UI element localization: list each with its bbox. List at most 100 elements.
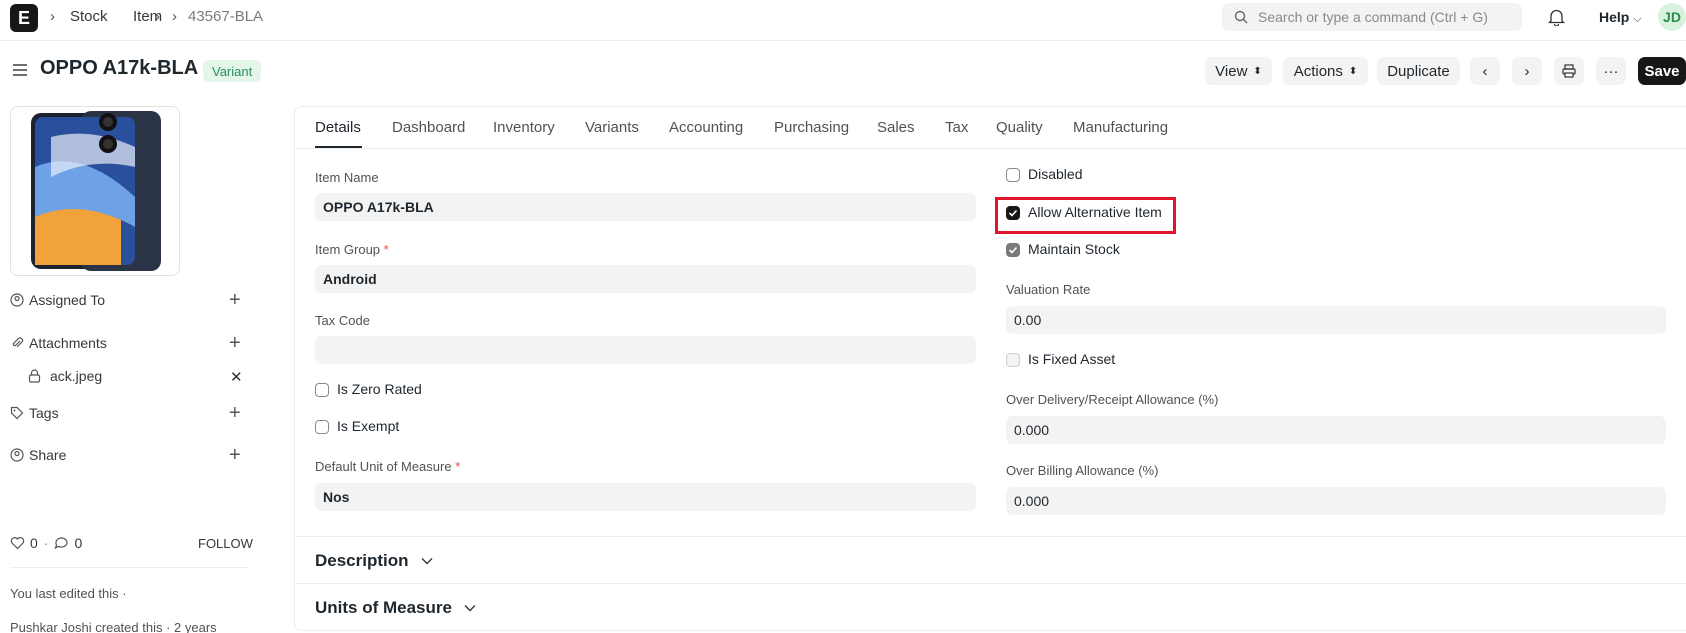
is-exempt-label: Is Exempt (337, 418, 400, 434)
chevron-down-icon (464, 605, 476, 612)
maintain-stock-checkbox[interactable] (1006, 243, 1020, 257)
chevron-down-icon (421, 558, 433, 565)
phone-image (31, 111, 161, 271)
attachment-file[interactable]: ack.jpeg (28, 368, 102, 384)
ellipsis-icon: ··· (1603, 62, 1619, 80)
help-dropdown[interactable]: Help ⌵ (1599, 9, 1642, 26)
tab-details[interactable]: Details (315, 119, 361, 136)
form-container (294, 106, 1686, 631)
duplicate-button[interactable]: Duplicate (1377, 57, 1460, 85)
next-button[interactable]: › (1512, 57, 1542, 85)
valuation-rate-field[interactable]: 0.00 (1006, 306, 1666, 334)
tab-quality[interactable]: Quality (996, 119, 1043, 136)
maintain-stock-label: Maintain Stock (1028, 241, 1120, 257)
save-button[interactable]: Save (1638, 57, 1686, 85)
sidebar-assigned-to[interactable]: Assigned To (10, 292, 105, 308)
hamburger-menu-icon[interactable] (12, 62, 28, 78)
is-fixed-asset-label: Is Fixed Asset (1028, 351, 1116, 367)
comment-count: 0 (74, 535, 83, 551)
help-label: Help (1599, 9, 1630, 25)
follow-button[interactable]: FOLLOW (198, 536, 253, 551)
required-mark: * (383, 242, 389, 257)
tax-code-field[interactable] (315, 336, 976, 364)
tag-icon (10, 406, 24, 420)
view-button[interactable]: View ⬍ (1205, 57, 1272, 85)
sidebar-share[interactable]: Share (10, 447, 66, 463)
remove-attachment-icon[interactable]: ✕ (230, 368, 243, 386)
app-logo[interactable]: E (10, 4, 38, 32)
assigned-to-label: Assigned To (29, 292, 106, 308)
chevron-right-icon: › (172, 8, 177, 25)
share-user-icon (10, 448, 24, 462)
item-name-field[interactable]: OPPO A17k-BLA (315, 193, 976, 221)
previous-button[interactable]: ‹ (1470, 57, 1500, 85)
tab-manufacturing[interactable]: Manufacturing (1073, 119, 1168, 136)
share-label: Share (29, 447, 67, 463)
like-count: 0 (30, 535, 38, 551)
item-image[interactable] (10, 106, 180, 276)
active-tab-indicator (315, 146, 362, 148)
tab-purchasing[interactable]: Purchasing (774, 119, 849, 136)
more-button[interactable]: ··· (1596, 57, 1626, 85)
item-group-field[interactable]: Android (315, 265, 976, 293)
over-delivery-label: Over Delivery/Receipt Allowance (%) (1006, 392, 1219, 407)
view-label: View (1215, 62, 1248, 80)
attachments-label: Attachments (29, 335, 107, 351)
uom-section-toggle[interactable]: Units of Measure (315, 598, 476, 618)
search-input[interactable]: Search or type a command (Ctrl + G) (1222, 3, 1522, 31)
like-counter[interactable]: 0 · 0 (10, 535, 82, 551)
bell-icon[interactable] (1548, 8, 1565, 26)
form-tabs: Details Dashboard Inventory Variants Acc… (294, 106, 1686, 149)
breadcrumb-item[interactable]: Item (133, 8, 162, 25)
search-icon (1234, 10, 1248, 24)
chevron-right-icon: › (50, 8, 55, 25)
item-name-label: Item Name (315, 170, 379, 185)
comment-icon (54, 537, 69, 550)
sidebar-tags[interactable]: Tags (10, 405, 59, 421)
tab-variants[interactable]: Variants (585, 119, 639, 136)
sidebar-attachments[interactable]: Attachments (10, 335, 107, 351)
print-button[interactable] (1554, 57, 1584, 85)
is-exempt-checkbox[interactable] (315, 420, 329, 434)
search-placeholder: Search or type a command (Ctrl + G) (1258, 9, 1488, 25)
item-group-label: Item Group * (315, 242, 389, 257)
disabled-checkbox[interactable] (1006, 168, 1020, 182)
is-fixed-asset-checkbox[interactable] (1006, 353, 1020, 367)
add-tag-button[interactable]: + (229, 403, 241, 423)
printer-icon (1562, 64, 1576, 78)
is-zero-rated-label: Is Zero Rated (337, 381, 422, 397)
section-divider (295, 536, 1686, 537)
user-icon (10, 293, 24, 307)
attachment-filename: ack.jpeg (50, 368, 103, 384)
tags-label: Tags (29, 405, 59, 421)
actions-button[interactable]: Actions ⬍ (1283, 57, 1368, 85)
uom-section-title: Units of Measure (315, 598, 452, 617)
description-section-toggle[interactable]: Description (315, 551, 433, 571)
over-billing-field[interactable]: 0.000 (1006, 487, 1666, 515)
add-assignee-button[interactable]: + (229, 290, 241, 310)
tab-accounting[interactable]: Accounting (669, 119, 743, 136)
add-share-button[interactable]: + (229, 445, 241, 465)
tab-dashboard[interactable]: Dashboard (392, 119, 465, 136)
page-title: OPPO A17k-BLA (40, 57, 199, 79)
is-zero-rated-checkbox[interactable] (315, 383, 329, 397)
separator-dot: · (43, 535, 49, 551)
chevron-right-icon: › (1524, 62, 1530, 80)
valuation-rate-label: Valuation Rate (1006, 282, 1091, 297)
avatar[interactable]: JD (1658, 3, 1686, 31)
tab-inventory[interactable]: Inventory (493, 119, 555, 136)
over-delivery-field[interactable]: 0.000 (1006, 416, 1666, 444)
breadcrumb-stock[interactable]: Stock (70, 8, 108, 25)
add-attachment-button[interactable]: + (229, 333, 241, 353)
required-mark: * (455, 459, 461, 474)
sidebar-divider (10, 567, 249, 568)
activity-last-edited: You last edited this · (10, 586, 127, 601)
uom-field[interactable]: Nos (315, 483, 976, 511)
tax-code-label: Tax Code (315, 313, 370, 328)
tab-sales[interactable]: Sales (877, 119, 915, 136)
description-section-title: Description (315, 551, 409, 570)
status-badge: Variant (203, 60, 262, 82)
tab-tax[interactable]: Tax (945, 119, 968, 136)
actions-label: Actions (1293, 62, 1343, 80)
sort-icon: ⬍ (1253, 65, 1262, 77)
